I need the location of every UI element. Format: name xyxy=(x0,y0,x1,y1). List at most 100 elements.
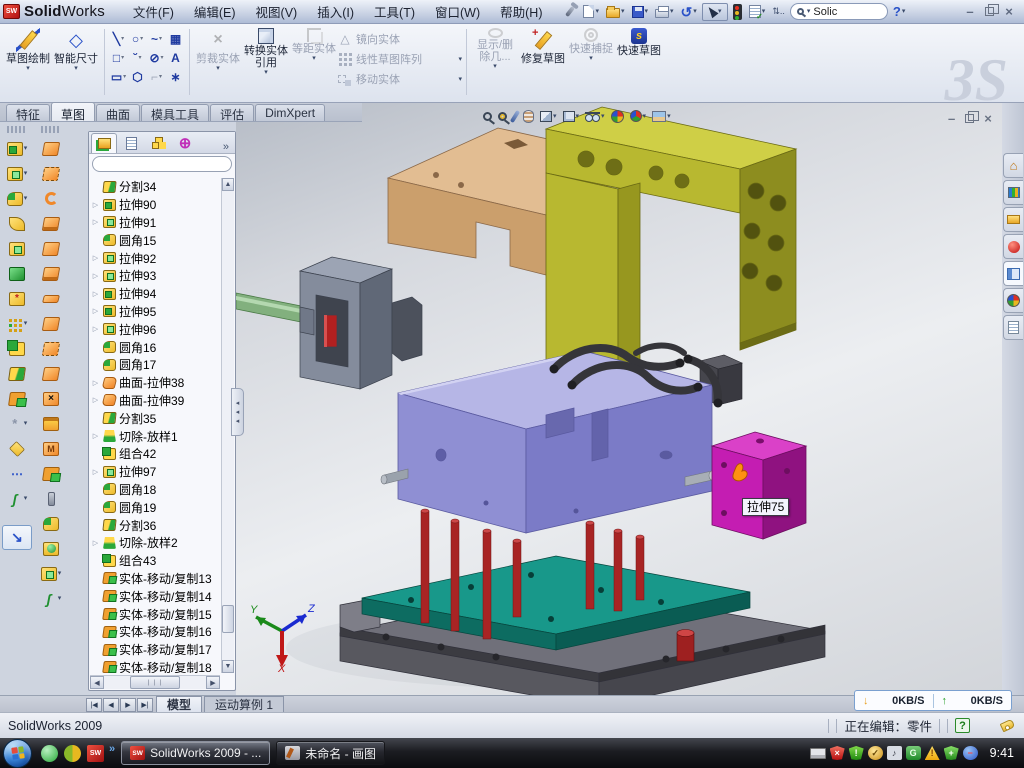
tree-item[interactable]: ▷拉伸92 xyxy=(91,249,220,267)
vertical-scroll-thumb[interactable] xyxy=(222,605,234,633)
spline-surface-button[interactable]: ʃ▾ xyxy=(36,586,66,611)
tree-item[interactable]: 实体-移动/复制15 xyxy=(91,605,220,623)
tab-模具工具[interactable]: 模具工具 xyxy=(141,104,209,121)
minimize-button[interactable]: – xyxy=(963,4,977,19)
certificate-icon[interactable]: ✓ xyxy=(868,746,883,760)
tree-item[interactable]: ▷拉伸95 xyxy=(91,303,220,321)
section-view-button[interactable] xyxy=(522,106,535,126)
sketch-fillet-button[interactable]: ⌐▾ xyxy=(147,67,166,86)
line-button[interactable]: ╲▾ xyxy=(109,29,128,48)
undo-button[interactable]: ↺▾ xyxy=(679,2,699,22)
file-explorer-tab[interactable] xyxy=(1003,261,1023,286)
clamp-unit[interactable] xyxy=(300,257,422,389)
appearances-scenes-tab[interactable] xyxy=(1003,288,1023,313)
chamfer-button[interactable] xyxy=(2,261,32,286)
scroll-down-button[interactable]: ▼ xyxy=(222,660,234,673)
smart-dimension-button[interactable]: 智能尺寸▾ xyxy=(52,27,100,72)
split-button[interactable] xyxy=(2,361,32,386)
solidworks-shortcut-button[interactable]: SW xyxy=(87,745,104,762)
fillet-surface-button[interactable] xyxy=(36,511,66,536)
panel-tabs-overflow[interactable]: » xyxy=(219,141,233,153)
nav-prev-button[interactable]: ◀ xyxy=(103,698,119,712)
dome-button[interactable] xyxy=(36,536,66,561)
custom-properties-tab[interactable] xyxy=(1003,315,1023,340)
stop-pin[interactable] xyxy=(677,630,694,662)
expander-icon[interactable]: ▷ xyxy=(91,307,100,315)
tree-item[interactable]: 圆角16 xyxy=(91,338,220,356)
scroll-left-button[interactable]: ◀ xyxy=(90,676,104,689)
nav-next-button[interactable]: ▶ xyxy=(120,698,136,712)
tree-item[interactable]: ▷切除-放样2 xyxy=(91,534,220,552)
tree-item[interactable]: ▷拉伸97 xyxy=(91,463,220,481)
select-tool-button[interactable]: ▾ xyxy=(702,3,728,21)
design-library-tab[interactable] xyxy=(1003,207,1023,232)
start-button[interactable] xyxy=(3,739,32,768)
search-input[interactable]: Solic xyxy=(813,6,837,18)
tree-item[interactable]: 实体-移动/复制17 xyxy=(91,641,220,659)
menu-item[interactable]: 编辑(E) xyxy=(184,0,246,23)
planar-surface-button[interactable] xyxy=(36,286,66,311)
graphics-viewport[interactable]: ▾▾▾▾▾ – × 拉伸75 Y Z X xyxy=(236,103,1002,695)
magnified-selection-button[interactable] xyxy=(512,106,518,126)
security-shield-icon[interactable]: ! xyxy=(849,746,864,760)
move-copy-bodies-button[interactable] xyxy=(2,386,32,411)
tab-特征[interactable]: 特征 xyxy=(6,104,50,121)
menu-item[interactable]: 窗口(W) xyxy=(425,0,490,23)
core-button[interactable] xyxy=(36,486,66,511)
menu-item[interactable]: 文件(F) xyxy=(123,0,184,23)
convert-entities-button[interactable]: 转换实体引用▾ xyxy=(242,27,290,76)
keyboard-layout-icon[interactable] xyxy=(810,748,826,759)
sync-blocked-icon[interactable]: − xyxy=(963,746,978,760)
expander-icon[interactable]: ▷ xyxy=(91,325,100,333)
tree-item[interactable]: 实体-移动/复制18 xyxy=(91,659,220,673)
home-tab[interactable]: ⌂ xyxy=(1003,153,1023,178)
view-settings-button[interactable]: ▾ xyxy=(651,106,672,126)
construction-geometry-button[interactable]: ⋯ xyxy=(2,461,32,486)
spline-button[interactable]: ~▾ xyxy=(147,29,166,48)
nav-first-button[interactable]: |◀ xyxy=(86,698,102,712)
tree-item[interactable]: 实体-移动/复制13 xyxy=(91,570,220,588)
taskbar-window-paint[interactable]: 未命名 - 画图 xyxy=(276,741,385,765)
menu-item[interactable]: 工具(T) xyxy=(364,0,425,23)
search-box[interactable]: ▾ Solic xyxy=(790,3,888,20)
tree-item[interactable]: 圆角18 xyxy=(91,481,220,499)
instant3d-button[interactable]: ↘ xyxy=(2,525,32,550)
tree-item[interactable]: 分割34 xyxy=(91,178,220,196)
lofted-surface-button[interactable] xyxy=(36,211,66,236)
menu-item[interactable]: 插入(I) xyxy=(307,0,364,23)
spline-tool-button[interactable]: ʃ▾ xyxy=(2,486,32,511)
sketch-button[interactable]: 草图绘制▾ xyxy=(4,27,52,72)
deform-button[interactable] xyxy=(2,436,32,461)
save-button[interactable]: ▾ xyxy=(630,2,651,22)
swept-surface-button[interactable] xyxy=(36,136,66,161)
dimxpertmanager-tab[interactable]: ⊕ xyxy=(172,133,198,153)
polygon-button[interactable]: ⬡ xyxy=(128,67,147,86)
revolved-surface-button[interactable] xyxy=(36,161,66,186)
help-button[interactable]: ?▾ xyxy=(891,2,907,22)
combine-bodies-button[interactable] xyxy=(2,336,32,361)
taskbar-window-solidworks[interactable]: SWSolidWorks 2009 - ... xyxy=(121,741,270,765)
tree-item[interactable]: 分割36 xyxy=(91,516,220,534)
shut-off-surfaces-button[interactable] xyxy=(36,411,66,436)
toolbar-drag-handle[interactable] xyxy=(41,126,61,133)
expander-icon[interactable]: ▷ xyxy=(91,272,100,280)
circle-button[interactable]: ○▾ xyxy=(128,29,147,48)
extruded-boss-button[interactable]: ▾ xyxy=(2,136,32,161)
parting-surfaces-button[interactable]: M xyxy=(36,436,66,461)
tree-item[interactable]: 实体-移动/复制16 xyxy=(91,623,220,641)
tree-item[interactable]: ▷拉伸90 xyxy=(91,196,220,214)
knit-surface-button[interactable] xyxy=(36,236,66,261)
sketch-text-button[interactable]: A xyxy=(166,48,185,67)
offset-surface-button[interactable] xyxy=(36,336,66,361)
horizontal-scroll-thumb[interactable]: ❘❘❘ xyxy=(130,676,180,689)
point-button[interactable]: ∗ xyxy=(166,67,185,86)
expander-icon[interactable]: ▷ xyxy=(91,432,100,440)
doc-restore-button[interactable] xyxy=(965,114,974,123)
toolbar-more-button[interactable]: ⇅.. xyxy=(770,2,787,22)
alert-warning-icon[interactable]: ! xyxy=(925,746,940,760)
toolbar-drag-handle[interactable] xyxy=(7,126,27,133)
tree-horizontal-scrollbar[interactable]: ◀ ❘❘❘ ▶ xyxy=(90,675,220,689)
menu-item[interactable]: 视图(V) xyxy=(246,0,308,23)
defender-icon[interactable]: + xyxy=(944,746,959,760)
tree-item[interactable]: 圆角17 xyxy=(91,356,220,374)
